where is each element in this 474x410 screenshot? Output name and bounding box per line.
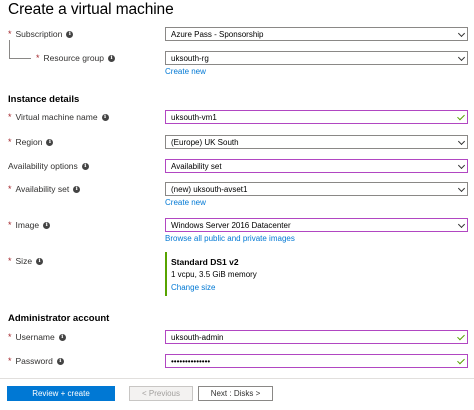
username-value: uksouth-admin (171, 332, 224, 342)
chevron-down-icon (457, 184, 466, 193)
required-marker: * (8, 137, 12, 147)
required-marker: * (8, 29, 12, 39)
region-label: Region (15, 137, 43, 147)
username-label-row: * Username i (8, 332, 66, 342)
chevron-down-icon (457, 161, 466, 170)
vm-name-value: uksouth-vm1 (171, 112, 217, 122)
subscription-label-row: * Subscription i (8, 29, 74, 39)
password-label-row: * Password i (8, 356, 64, 366)
resource-group-label-row: * Resource group i (36, 53, 115, 63)
review-create-button[interactable]: Review + create (7, 386, 115, 401)
checkmark-icon (457, 356, 465, 365)
password-value: •••••••••••••• (171, 356, 211, 366)
info-icon[interactable]: i (58, 333, 66, 341)
footer-divider (0, 378, 474, 379)
info-icon[interactable]: i (108, 54, 115, 62)
subscription-select[interactable]: Azure Pass - Sponsorship (165, 27, 468, 41)
info-icon[interactable]: i (81, 162, 89, 170)
availability-set-create-new-link[interactable]: Create new (165, 198, 206, 207)
size-label: Size (15, 256, 33, 266)
chevron-down-icon (457, 220, 466, 229)
checkmark-icon (457, 112, 465, 121)
instance-details-heading: Instance details (8, 94, 80, 105)
admin-account-heading: Administrator account (8, 313, 110, 324)
size-valid-bar (165, 252, 167, 296)
resource-group-select[interactable]: uksouth-rg (165, 51, 468, 65)
previous-button[interactable]: < Previous (129, 386, 193, 401)
availability-set-label: Availability set (15, 184, 70, 194)
info-icon[interactable]: i (66, 30, 74, 38)
availability-options-label: Availability options (8, 161, 78, 171)
availability-options-label-row: Availability options i (8, 161, 89, 171)
info-icon[interactable]: i (56, 357, 64, 365)
checkmark-icon (457, 332, 465, 341)
tree-connector-vertical (9, 40, 10, 58)
chevron-down-icon (457, 53, 466, 62)
next-disks-button[interactable]: Next : Disks > (198, 386, 273, 401)
subscription-label: Subscription (15, 29, 63, 39)
region-select[interactable]: (Europe) UK South (165, 135, 468, 149)
required-marker: * (8, 356, 12, 366)
page-title: Create a virtual machine (8, 1, 174, 18)
resource-group-label: Resource group (43, 53, 104, 63)
region-label-row: * Region i (8, 137, 54, 147)
required-marker: * (8, 184, 12, 194)
region-value: (Europe) UK South (171, 137, 239, 147)
image-label: Image (15, 220, 40, 230)
password-label: Password (15, 356, 53, 366)
change-size-link[interactable]: Change size (171, 283, 215, 292)
required-marker: * (8, 256, 12, 266)
info-icon[interactable]: i (36, 257, 44, 265)
info-icon[interactable]: i (101, 113, 109, 121)
size-name: Standard DS1 v2 (171, 257, 239, 267)
info-icon[interactable]: i (73, 185, 81, 193)
availability-options-select[interactable]: Availability set (165, 159, 468, 173)
availability-set-label-row: * Availability set i (8, 184, 81, 194)
required-marker: * (8, 332, 12, 342)
chevron-down-icon (457, 29, 466, 38)
tree-connector-horizontal (9, 58, 31, 59)
image-select[interactable]: Windows Server 2016 Datacenter (165, 218, 468, 232)
required-marker: * (36, 53, 40, 63)
password-input[interactable]: •••••••••••••• (165, 354, 468, 368)
vm-name-label: Virtual machine name (15, 112, 98, 122)
availability-set-value: (new) uksouth-avset1 (171, 184, 248, 194)
username-input[interactable]: uksouth-admin (165, 330, 468, 344)
availability-set-select[interactable]: (new) uksouth-avset1 (165, 182, 468, 196)
required-marker: * (8, 220, 12, 230)
subscription-value: Azure Pass - Sponsorship (171, 29, 264, 39)
vm-name-input[interactable]: uksouth-vm1 (165, 110, 468, 124)
resource-group-value: uksouth-rg (171, 53, 209, 63)
size-label-row: * Size i (8, 256, 44, 266)
image-value: Windows Server 2016 Datacenter (171, 220, 291, 230)
browse-images-link[interactable]: Browse all public and private images (165, 234, 295, 243)
required-marker: * (8, 112, 12, 122)
info-icon[interactable]: i (46, 138, 54, 146)
chevron-down-icon (457, 137, 466, 146)
info-icon[interactable]: i (43, 221, 51, 229)
image-label-row: * Image i (8, 220, 51, 230)
vm-name-label-row: * Virtual machine name i (8, 112, 109, 122)
size-spec: 1 vcpu, 3.5 GiB memory (171, 270, 257, 279)
resource-group-create-new-link[interactable]: Create new (165, 67, 206, 76)
username-label: Username (15, 332, 55, 342)
availability-options-value: Availability set (171, 161, 222, 171)
